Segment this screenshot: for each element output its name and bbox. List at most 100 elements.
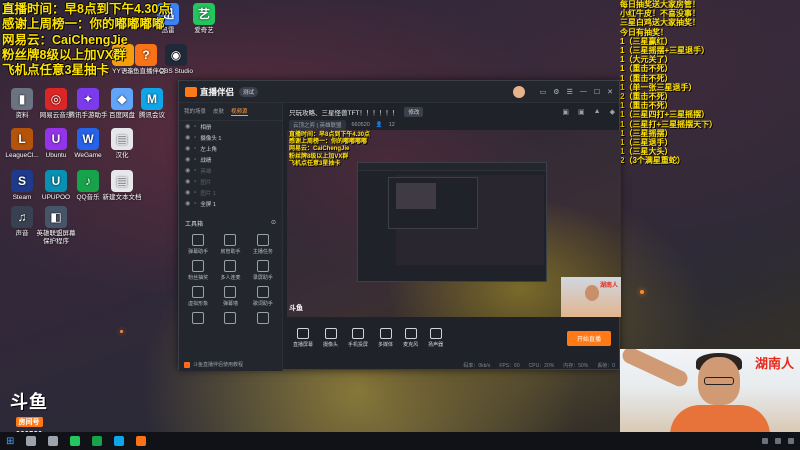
close-icon[interactable]: ✕ bbox=[607, 88, 613, 96]
avatar[interactable] bbox=[512, 85, 525, 98]
tools-more-icon[interactable]: ⊙ bbox=[271, 219, 276, 228]
tool-button[interactable]: 房管助手 bbox=[215, 234, 245, 255]
bell-icon[interactable]: ◆ bbox=[610, 108, 615, 116]
control-button[interactable]: 摄像头 bbox=[323, 328, 338, 348]
visibility-icon[interactable]: ◉ bbox=[185, 134, 190, 141]
lock-icon[interactable]: ▫ bbox=[194, 146, 196, 152]
netease-music-icon: ◎ bbox=[45, 88, 67, 110]
desktop-shortcut[interactable]: 艺爱奇艺 bbox=[184, 3, 224, 35]
lottery-line: 1（单一张三星退手） bbox=[620, 82, 697, 92]
desktop-shortcut[interactable]: ◧ 英雄联盟屏幕保护程序 bbox=[36, 206, 76, 246]
shortcut-label: 英雄联盟屏幕保护程序 bbox=[36, 230, 76, 245]
version-badge[interactable]: 测试 bbox=[239, 86, 259, 97]
edit-title-button[interactable]: 修改 bbox=[404, 107, 424, 117]
panel-tab[interactable]: 皮肤 bbox=[213, 107, 224, 116]
lock-icon[interactable]: ▫ bbox=[194, 157, 196, 163]
scene-item[interactable]: ◉ ▫ 图片 bbox=[179, 176, 282, 187]
camera-icon bbox=[324, 328, 337, 339]
tool-more-3-icon bbox=[256, 312, 269, 324]
desktop-shortcut[interactable]: M 腾讯会议 bbox=[132, 88, 172, 120]
tutorial-label: 斗鱼直播伴侣使用教程 bbox=[193, 362, 244, 368]
lottery-line: 今日有抽奖！ bbox=[620, 27, 668, 37]
scene-item[interactable]: ◉ ▫ 英雄 bbox=[179, 165, 282, 176]
lock-icon[interactable]: ▫ bbox=[194, 190, 196, 196]
scene-item[interactable]: ◉ ▫ 战绩 bbox=[179, 154, 282, 165]
visibility-icon[interactable]: ◉ bbox=[185, 123, 190, 130]
scene-item[interactable]: ◉ ▫ 相册 bbox=[179, 121, 282, 132]
tutorial-link[interactable]: 斗鱼直播伴侣使用教程 bbox=[184, 361, 243, 368]
ember bbox=[120, 330, 123, 333]
visibility-icon[interactable]: ◉ bbox=[185, 167, 190, 174]
scene-name: 摄像头 1 bbox=[200, 135, 222, 142]
desktop-shortcut[interactable]: ▤ 汉化 bbox=[102, 128, 142, 160]
scene-item[interactable]: ◉ ▫ 图片 1 bbox=[179, 187, 282, 198]
visibility-icon[interactable]: ◉ bbox=[185, 178, 190, 185]
lock-icon[interactable]: ▫ bbox=[194, 124, 196, 130]
edge-icon[interactable] bbox=[114, 436, 125, 446]
visibility-icon[interactable]: ◉ bbox=[185, 200, 190, 207]
titlebar: 直播伴侣 测试 ▭ ⚙ ☰ — ☐ ✕ bbox=[179, 81, 619, 103]
settings-icon[interactable]: ⚙ bbox=[553, 88, 559, 96]
left-panel: 我的场景 皮肤 视频源 ◉ ▫ 相册 ◉ ▫ 摄像头 1 ◉ ▫ 左上角 ◉ ▫ 战绩 ◉ ▫ 英雄 ◉ ▫ 图片 ◉ ▫… bbox=[179, 103, 283, 371]
panel-tab[interactable]: 我的场景 bbox=[184, 107, 206, 116]
tools-header: 工具箱 ⊙ bbox=[179, 215, 282, 232]
minimize-icon[interactable]: — bbox=[580, 88, 587, 95]
douyu-taskbar-icon[interactable] bbox=[136, 436, 147, 446]
webcam-feed: 湖南人 bbox=[620, 349, 800, 432]
tool-button[interactable] bbox=[215, 312, 245, 326]
app-logo: 直播伴侣 bbox=[185, 86, 234, 98]
scene-item[interactable]: ◉ ▫ 摄像头 1 bbox=[179, 132, 282, 143]
menu-icon[interactable]: ☰ bbox=[567, 88, 573, 96]
lock-icon[interactable]: ▫ bbox=[194, 201, 196, 207]
shortcut-label: 腾讯会议 bbox=[139, 112, 165, 119]
tray-volume-icon[interactable] bbox=[775, 438, 781, 444]
control-button[interactable]: 麦克风 bbox=[403, 328, 418, 348]
task-view-icon[interactable] bbox=[48, 436, 59, 446]
control-button[interactable]: 多媒体 bbox=[378, 328, 393, 348]
lock-icon[interactable]: ▣ bbox=[562, 108, 569, 116]
tray-ime-icon[interactable] bbox=[788, 438, 794, 444]
tool-button[interactable]: 虚拟形象 bbox=[183, 286, 213, 307]
control-button[interactable]: 扬声器 bbox=[428, 328, 443, 348]
tool-button[interactable]: 歌词助手 bbox=[248, 286, 278, 307]
control-button[interactable]: 直播屏幕 bbox=[293, 328, 313, 348]
notice-icon[interactable]: ▣ bbox=[578, 108, 585, 116]
desktop: 迅迅雷艺爱奇艺 Y YY语音? 斗鱼直播伴侣 ◉ OBS Studio ▮ 资料 ◎ 网易云音乐 ✦… bbox=[0, 0, 800, 432]
message-icon[interactable]: ▭ bbox=[540, 88, 547, 96]
start-live-button[interactable]: 开始直播 bbox=[566, 330, 611, 346]
stream-preview[interactable]: 直播时间：早8点到下午4.30点 感谢上周榜一：你的嘟嘟嘟嘟 网易云：CaiCh… bbox=[287, 130, 621, 317]
wechat-icon[interactable] bbox=[92, 436, 103, 446]
search-icon[interactable] bbox=[26, 436, 37, 446]
tool-button[interactable]: 粉丝抽奖 bbox=[183, 260, 213, 281]
control-button[interactable]: 手机投屏 bbox=[348, 328, 368, 348]
maximize-icon[interactable]: ☐ bbox=[594, 88, 600, 96]
desktop-shortcut[interactable]: ▤ 新建文本文档 bbox=[102, 170, 142, 202]
visibility-icon[interactable]: ◉ bbox=[185, 189, 190, 196]
windows-start-icon[interactable]: ⊞ bbox=[6, 436, 14, 447]
scene-item[interactable]: ◉ ▫ 全屏 1 bbox=[179, 198, 282, 209]
visibility-icon[interactable]: ◉ bbox=[185, 145, 190, 152]
tool-button[interactable]: 主播任务 bbox=[248, 234, 278, 255]
lock-icon[interactable]: ▫ bbox=[194, 179, 196, 185]
danmu-icon bbox=[192, 234, 205, 246]
panel-tab[interactable]: 视频源 bbox=[231, 107, 248, 116]
tool-label: 录屏助手 bbox=[252, 275, 273, 281]
tool-button[interactable] bbox=[183, 312, 213, 326]
tool-label: 粉丝抽奖 bbox=[188, 275, 209, 281]
tool-button[interactable]: 多人连麦 bbox=[215, 260, 245, 281]
tool-button[interactable]: 弹幕助手 bbox=[183, 234, 213, 255]
tool-button[interactable] bbox=[248, 312, 278, 326]
tool-button[interactable]: 弹幕墙 bbox=[215, 286, 245, 307]
scene-item[interactable]: ◉ ▫ 左上角 bbox=[179, 143, 282, 154]
douyu-watermark: 斗鱼 房间号 660520 bbox=[10, 393, 48, 432]
chrome-icon[interactable] bbox=[70, 436, 81, 446]
lock-icon[interactable]: ▫ bbox=[194, 168, 196, 174]
share-icon[interactable]: ▲ bbox=[594, 108, 601, 116]
lock-icon[interactable]: ▫ bbox=[194, 135, 196, 141]
category-pill[interactable]: 云顶之弈 | 英雄联盟 bbox=[289, 120, 346, 130]
tray-network-icon[interactable] bbox=[762, 438, 768, 444]
system-tray bbox=[762, 438, 794, 444]
visibility-icon[interactable]: ◉ bbox=[185, 156, 190, 163]
phone-cast-icon bbox=[352, 328, 365, 339]
tool-button[interactable]: 录屏助手 bbox=[248, 260, 278, 281]
